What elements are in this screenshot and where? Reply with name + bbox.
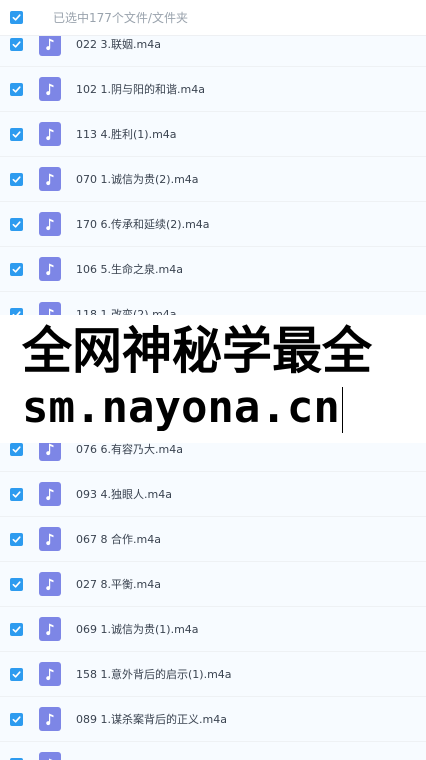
- file-name: 070 1.诚信为贵(2).m4a: [76, 173, 199, 186]
- file-row[interactable]: 027 8.平衡.m4a: [0, 562, 426, 607]
- file-name: 158 1.意外背后的启示(1).m4a: [76, 668, 232, 681]
- selection-count-text: 已选中177个文件/文件夹: [53, 11, 188, 25]
- music-note-icon: [39, 617, 61, 641]
- file-name: 170 6.传承和延续(2).m4a: [76, 218, 210, 231]
- check-icon: [12, 445, 21, 453]
- file-row[interactable]: 113 4.胜利(1).m4a: [0, 112, 426, 157]
- watermark-banner: 全网神秘学最全 sm.nayona.cn: [0, 315, 426, 443]
- watermark-url-text: sm.nayona.cn: [22, 382, 340, 433]
- check-icon: [12, 130, 21, 138]
- check-icon: [12, 490, 21, 498]
- file-row[interactable]: [0, 742, 426, 760]
- check-icon: [12, 670, 21, 678]
- check-icon: [12, 220, 21, 228]
- file-row[interactable]: 070 1.诚信为贵(2).m4a: [0, 157, 426, 202]
- file-checkbox[interactable]: [10, 532, 23, 546]
- file-row[interactable]: 170 6.传承和延续(2).m4a: [0, 202, 426, 247]
- file-checkbox[interactable]: [10, 262, 23, 276]
- music-note-icon: [39, 572, 61, 596]
- file-row[interactable]: 093 4.独眼人.m4a: [0, 472, 426, 517]
- file-checkbox[interactable]: [10, 667, 23, 681]
- file-row[interactable]: 106 5.生命之泉.m4a: [0, 247, 426, 292]
- text-caret: [341, 387, 343, 433]
- check-icon: [12, 265, 21, 273]
- music-note-icon: [39, 212, 61, 236]
- file-row[interactable]: 102 1.阴与阳的和谐.m4a: [0, 67, 426, 112]
- file-checkbox[interactable]: [10, 487, 23, 501]
- file-name: 113 4.胜利(1).m4a: [76, 128, 177, 141]
- music-note-icon: [39, 707, 61, 731]
- file-name: 106 5.生命之泉.m4a: [76, 263, 183, 276]
- music-note-icon: [39, 257, 61, 281]
- file-checkbox[interactable]: [10, 442, 23, 456]
- file-name: 093 4.独眼人.m4a: [76, 488, 172, 501]
- file-name: 089 1.谋杀案背后的正义.m4a: [76, 713, 227, 726]
- file-checkbox[interactable]: [10, 622, 23, 636]
- check-icon: [12, 14, 21, 21]
- check-icon: [12, 625, 21, 633]
- music-note-icon: [39, 752, 61, 760]
- file-checkbox[interactable]: [10, 172, 23, 186]
- music-note-icon: [39, 662, 61, 686]
- file-selection-screen: 022 3.联姻.m4a 102 1.阴与阳的和谐.m4a 113 4.胜利(1).…: [0, 0, 426, 760]
- file-name: 027 8.平衡.m4a: [76, 578, 161, 591]
- file-row[interactable]: 158 1.意外背后的启示(1).m4a: [0, 652, 426, 697]
- check-icon: [12, 175, 21, 183]
- file-name: 102 1.阴与阳的和谐.m4a: [76, 83, 205, 96]
- select-all-checkbox[interactable]: [10, 11, 23, 24]
- music-note-icon: [39, 167, 61, 191]
- check-icon: [12, 40, 21, 48]
- file-name: 022 3.联姻.m4a: [76, 38, 161, 51]
- file-row[interactable]: 069 1.诚信为贵(1).m4a: [0, 607, 426, 652]
- music-note-icon: [39, 527, 61, 551]
- watermark-url: sm.nayona.cn: [22, 380, 426, 436]
- check-icon: [12, 535, 21, 543]
- file-checkbox[interactable]: [10, 217, 23, 231]
- file-checkbox[interactable]: [10, 712, 23, 726]
- check-icon: [12, 85, 21, 93]
- watermark-title: 全网神秘学最全: [22, 322, 372, 380]
- file-checkbox[interactable]: [10, 82, 23, 96]
- selection-header: 已选中177个文件/文件夹: [0, 0, 426, 36]
- file-checkbox[interactable]: [10, 577, 23, 591]
- file-checkbox[interactable]: [10, 127, 23, 141]
- music-note-icon: [39, 122, 61, 146]
- check-icon: [12, 715, 21, 723]
- file-name: 076 6.有容乃大.m4a: [76, 443, 183, 456]
- check-icon: [12, 580, 21, 588]
- file-row[interactable]: 089 1.谋杀案背后的正义.m4a: [0, 697, 426, 742]
- music-note-icon: [39, 482, 61, 506]
- file-name: 069 1.诚信为贵(1).m4a: [76, 623, 199, 636]
- music-note-icon: [39, 77, 61, 101]
- file-name: 067 8 合作.m4a: [76, 533, 161, 546]
- file-row[interactable]: 067 8 合作.m4a: [0, 517, 426, 562]
- file-checkbox[interactable]: [10, 37, 23, 51]
